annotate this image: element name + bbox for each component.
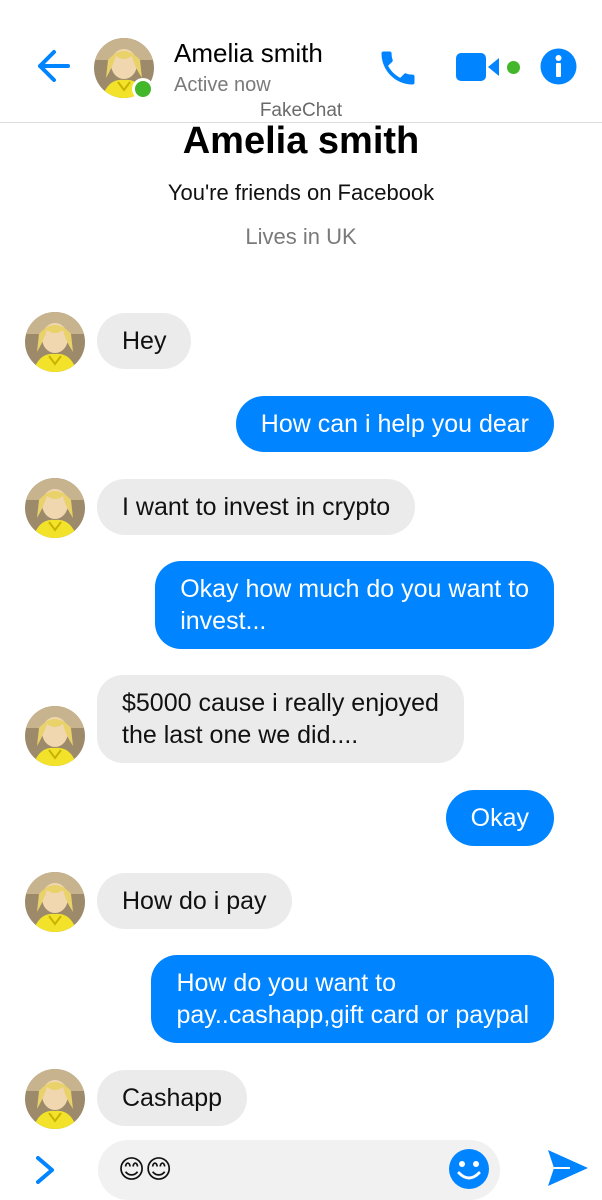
outgoing-message[interactable]: How do you want to pay..cashapp,gift car… [151,955,554,1043]
message-line: invest... [180,607,267,635]
chevron-right-icon[interactable] [30,1150,60,1190]
message-line: pay..cashapp,gift card or paypal [176,1001,529,1029]
message-avatar[interactable] [25,478,85,538]
phone-icon[interactable] [376,46,420,90]
chat-header: Amelia smith Active now FakeChat [0,0,602,123]
info-icon[interactable] [540,48,577,85]
message-avatar[interactable] [25,872,85,932]
message-line: Okay how much do you want to [180,575,529,603]
message-avatar[interactable] [25,1069,85,1129]
outgoing-message[interactable]: Okay how much do you want to invest... [155,561,554,649]
incoming-message[interactable]: $5000 cause i really enjoyed the last on… [97,675,464,763]
contact-status: Active now [174,74,271,96]
message-avatar[interactable] [25,706,85,766]
message-line: $5000 cause i really enjoyed [122,689,439,717]
incoming-message[interactable]: I want to invest in crypto [97,479,416,535]
back-arrow-icon[interactable] [32,46,72,86]
incoming-message[interactable]: How do i pay [97,873,292,929]
message-input-value[interactable]: 😊😊 [118,1154,172,1185]
outgoing-message[interactable]: How can i help you dear [235,396,554,452]
friends-status: You're friends on Facebook [167,180,435,205]
message-line: the last one we did.... [122,721,359,749]
video-online-dot [507,61,520,74]
outgoing-message[interactable]: Okay [445,790,554,846]
message-avatar[interactable] [25,312,85,372]
incoming-message[interactable]: Cashapp [97,1070,248,1126]
incoming-message[interactable]: Hey [97,313,192,369]
send-icon[interactable] [546,1148,590,1188]
online-status-dot [132,78,154,100]
emoji-icon[interactable] [448,1148,490,1190]
message-line: How do you want to [176,969,397,997]
watermark-text: FakeChat [259,100,343,121]
contact-name[interactable]: Amelia smith [174,38,323,69]
profile-name: Amelia smith [182,120,420,162]
video-camera-icon[interactable] [455,50,505,84]
location-text: Lives in UK [245,224,357,249]
